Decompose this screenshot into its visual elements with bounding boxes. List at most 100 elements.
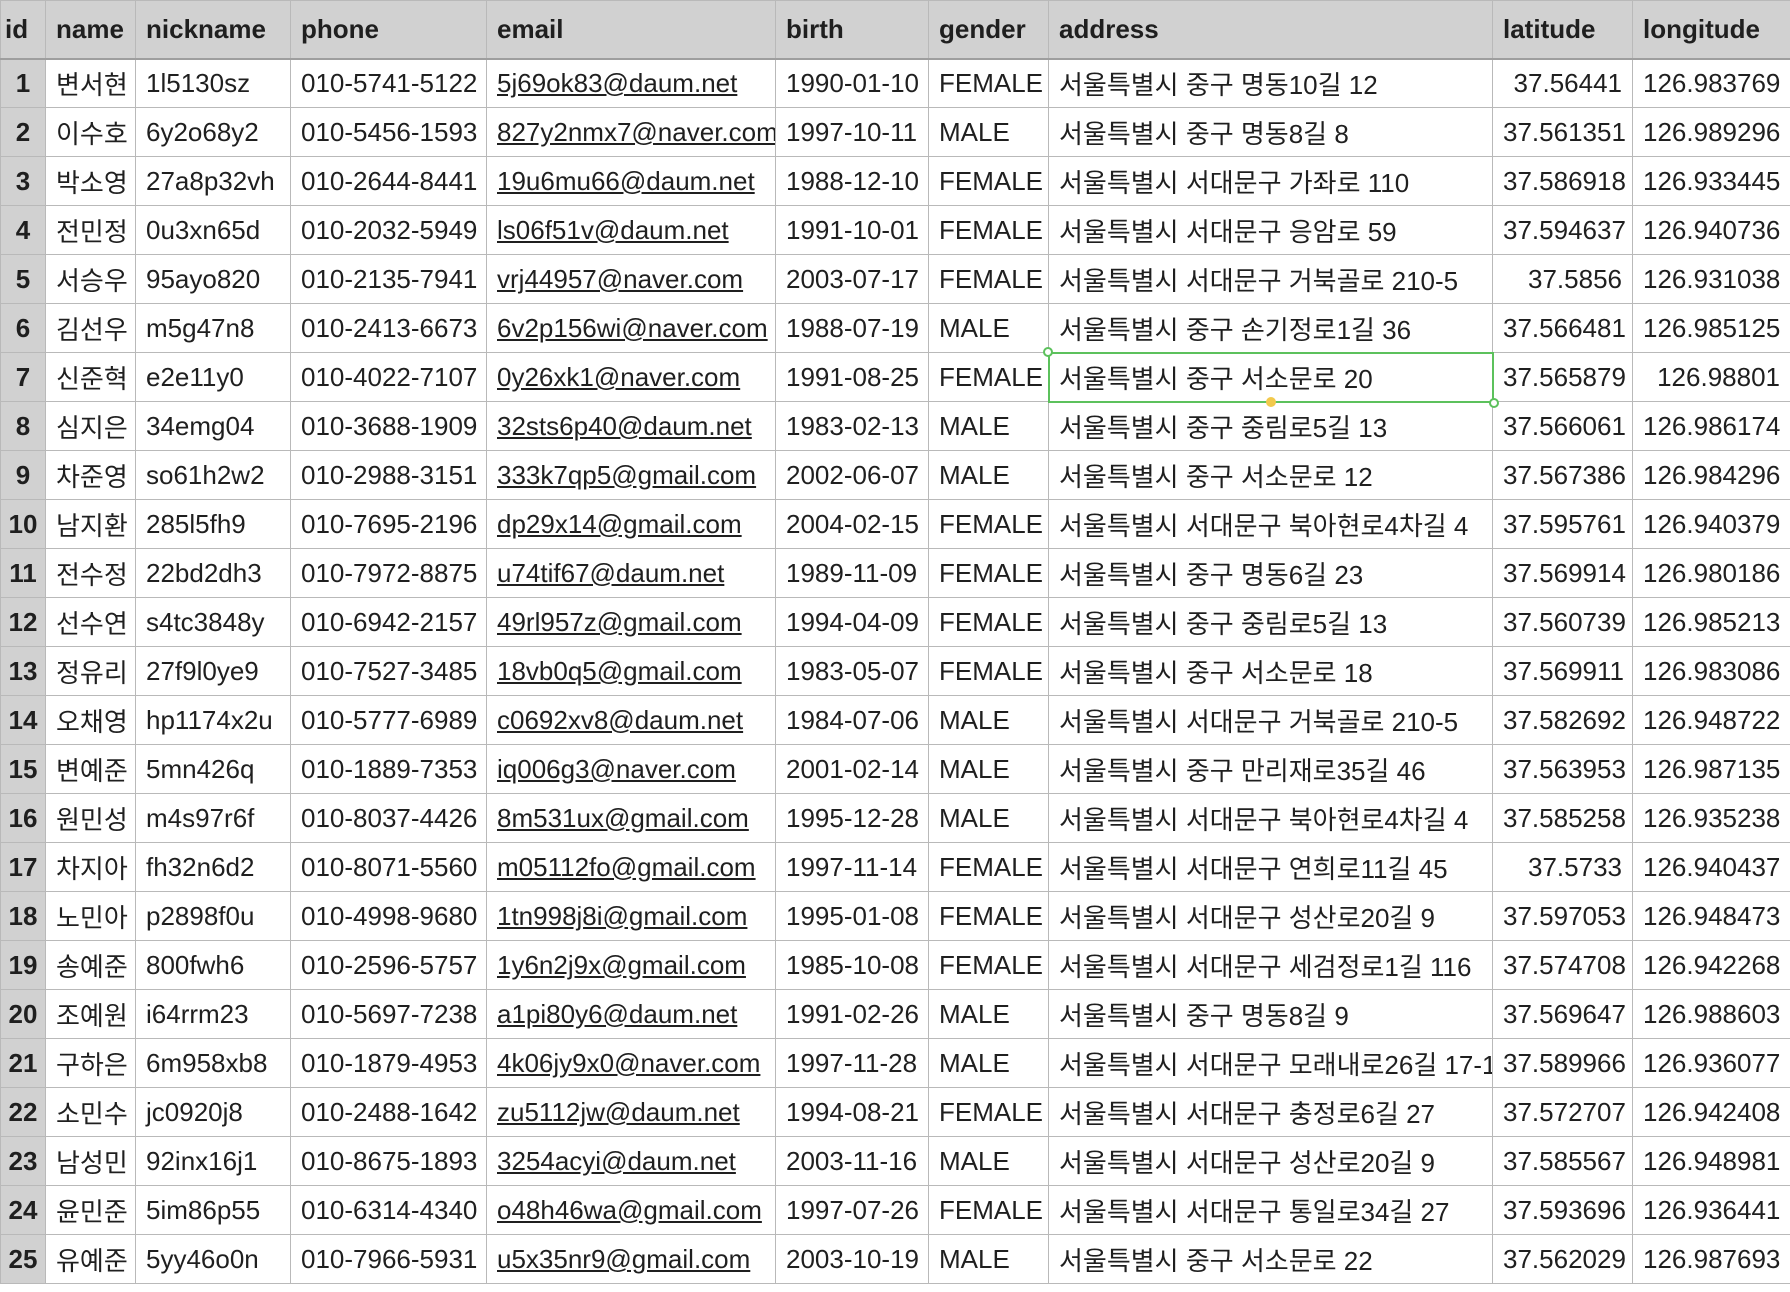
- cell-phone[interactable]: 010-2644-8441: [290, 156, 487, 206]
- cell-latitude[interactable]: 37.565879: [1492, 352, 1633, 402]
- cell-address[interactable]: 서울특별시 서대문구 응암로 59: [1048, 205, 1493, 255]
- cell-name[interactable]: 전수정: [45, 548, 136, 598]
- cell-longitude[interactable]: 126.940736: [1632, 205, 1790, 255]
- cell-email[interactable]: 827y2nmx7@naver.com: [486, 107, 776, 157]
- cell-email[interactable]: 49rl957z@gmail.com: [486, 597, 776, 647]
- column-header-address[interactable]: address: [1048, 0, 1493, 60]
- cell-email[interactable]: 3254acyi@daum.net: [486, 1136, 776, 1186]
- cell-name[interactable]: 윤민준: [45, 1185, 136, 1235]
- cell-birth[interactable]: 1994-04-09: [775, 597, 929, 647]
- cell-longitude[interactable]: 126.940379: [1632, 499, 1790, 549]
- cell-latitude[interactable]: 37.585567: [1492, 1136, 1633, 1186]
- cell-phone[interactable]: 010-6314-4340: [290, 1185, 487, 1235]
- cell-address[interactable]: 서울특별시 중구 서소문로 12: [1048, 450, 1493, 500]
- cell-email[interactable]: 1y6n2j9x@gmail.com: [486, 940, 776, 990]
- row-header-cell[interactable]: 21: [0, 1038, 46, 1088]
- cell-birth[interactable]: 1994-08-21: [775, 1087, 929, 1137]
- column-header-id[interactable]: id: [0, 0, 46, 60]
- cell-gender[interactable]: FEMALE: [928, 1087, 1049, 1137]
- cell-latitude[interactable]: 37.572707: [1492, 1087, 1633, 1137]
- cell-phone[interactable]: 010-8037-4426: [290, 793, 487, 843]
- cell-name[interactable]: 이수호: [45, 107, 136, 157]
- row-header-cell[interactable]: 24: [0, 1185, 46, 1235]
- cell-email[interactable]: dp29x14@gmail.com: [486, 499, 776, 549]
- cell-birth[interactable]: 1997-11-28: [775, 1038, 929, 1088]
- cell-gender[interactable]: FEMALE: [928, 205, 1049, 255]
- cell-birth[interactable]: 2001-02-14: [775, 744, 929, 794]
- cell-nickname[interactable]: fh32n6d2: [135, 842, 291, 892]
- cell-phone[interactable]: 010-2032-5949: [290, 205, 487, 255]
- column-header-latitude[interactable]: latitude: [1492, 0, 1633, 60]
- cell-latitude[interactable]: 37.566061: [1492, 401, 1633, 451]
- cell-birth[interactable]: 2003-11-16: [775, 1136, 929, 1186]
- cell-nickname[interactable]: 27f9l0ye9: [135, 646, 291, 696]
- cell-address[interactable]: 서울특별시 서대문구 충정로6길 27: [1048, 1087, 1493, 1137]
- row-header-cell[interactable]: 19: [0, 940, 46, 990]
- column-header-gender[interactable]: gender: [928, 0, 1049, 60]
- cell-name[interactable]: 신준혁: [45, 352, 136, 402]
- cell-phone[interactable]: 010-7695-2196: [290, 499, 487, 549]
- row-header-cell[interactable]: 17: [0, 842, 46, 892]
- cell-address[interactable]: 서울특별시 중구 명동8길 8: [1048, 107, 1493, 157]
- cell-email[interactable]: 5j69ok83@daum.net: [486, 58, 776, 108]
- cell-birth[interactable]: 2003-07-17: [775, 254, 929, 304]
- cell-name[interactable]: 차준영: [45, 450, 136, 500]
- cell-email[interactable]: iq006g3@naver.com: [486, 744, 776, 794]
- cell-email[interactable]: c0692xv8@daum.net: [486, 695, 776, 745]
- cell-birth[interactable]: 1991-08-25: [775, 352, 929, 402]
- cell-phone[interactable]: 010-8071-5560: [290, 842, 487, 892]
- cell-gender[interactable]: MALE: [928, 1234, 1049, 1284]
- cell-longitude[interactable]: 126.933445: [1632, 156, 1790, 206]
- cell-phone[interactable]: 010-7966-5931: [290, 1234, 487, 1284]
- cell-address[interactable]: 서울특별시 서대문구 북아현로4차길 4: [1048, 499, 1493, 549]
- cell-name[interactable]: 심지은: [45, 401, 136, 451]
- cell-name[interactable]: 전민정: [45, 205, 136, 255]
- cell-phone[interactable]: 010-2488-1642: [290, 1087, 487, 1137]
- cell-gender[interactable]: FEMALE: [928, 891, 1049, 941]
- cell-birth[interactable]: 1997-11-14: [775, 842, 929, 892]
- cell-phone[interactable]: 010-3688-1909: [290, 401, 487, 451]
- cell-gender[interactable]: MALE: [928, 989, 1049, 1039]
- column-header-longitude[interactable]: longitude: [1632, 0, 1790, 60]
- cell-nickname[interactable]: 6m958xb8: [135, 1038, 291, 1088]
- cell-longitude[interactable]: 126.948981: [1632, 1136, 1790, 1186]
- row-header-cell[interactable]: 25: [0, 1234, 46, 1284]
- cell-name[interactable]: 선수연: [45, 597, 136, 647]
- cell-name[interactable]: 노민아: [45, 891, 136, 941]
- row-header-cell[interactable]: 9: [0, 450, 46, 500]
- row-header-cell[interactable]: 20: [0, 989, 46, 1039]
- cell-gender[interactable]: MALE: [928, 1038, 1049, 1088]
- cell-nickname[interactable]: 5im86p55: [135, 1185, 291, 1235]
- cell-longitude[interactable]: 126.936441: [1632, 1185, 1790, 1235]
- cell-phone[interactable]: 010-7972-8875: [290, 548, 487, 598]
- cell-name[interactable]: 남지환: [45, 499, 136, 549]
- cell-gender[interactable]: MALE: [928, 695, 1049, 745]
- cell-phone[interactable]: 010-5741-5122: [290, 58, 487, 108]
- cell-longitude[interactable]: 126.989296: [1632, 107, 1790, 157]
- cell-gender[interactable]: FEMALE: [928, 940, 1049, 990]
- cell-longitude[interactable]: 126.935238: [1632, 793, 1790, 843]
- cell-email[interactable]: vrj44957@naver.com: [486, 254, 776, 304]
- cell-gender[interactable]: MALE: [928, 303, 1049, 353]
- cell-longitude[interactable]: 126.985125: [1632, 303, 1790, 353]
- column-header-phone[interactable]: phone: [290, 0, 487, 60]
- cell-nickname[interactable]: 34emg04: [135, 401, 291, 451]
- cell-address[interactable]: 서울특별시 중구 명동10길 12: [1048, 58, 1493, 108]
- cell-latitude[interactable]: 37.582692: [1492, 695, 1633, 745]
- cell-birth[interactable]: 2004-02-15: [775, 499, 929, 549]
- row-header-cell[interactable]: 5: [0, 254, 46, 304]
- cell-latitude[interactable]: 37.562029: [1492, 1234, 1633, 1284]
- cell-longitude[interactable]: 126.948722: [1632, 695, 1790, 745]
- cell-email[interactable]: u74tif67@daum.net: [486, 548, 776, 598]
- cell-latitude[interactable]: 37.566481: [1492, 303, 1633, 353]
- column-header-nickname[interactable]: nickname: [135, 0, 291, 60]
- cell-gender[interactable]: MALE: [928, 1136, 1049, 1186]
- cell-nickname[interactable]: p2898f0u: [135, 891, 291, 941]
- cell-latitude[interactable]: 37.56441: [1492, 58, 1633, 108]
- cell-phone[interactable]: 010-2135-7941: [290, 254, 487, 304]
- cell-nickname[interactable]: 1l5130sz: [135, 58, 291, 108]
- cell-longitude[interactable]: 126.988603: [1632, 989, 1790, 1039]
- row-header-cell[interactable]: 4: [0, 205, 46, 255]
- cell-gender[interactable]: MALE: [928, 793, 1049, 843]
- cell-longitude[interactable]: 126.987693: [1632, 1234, 1790, 1284]
